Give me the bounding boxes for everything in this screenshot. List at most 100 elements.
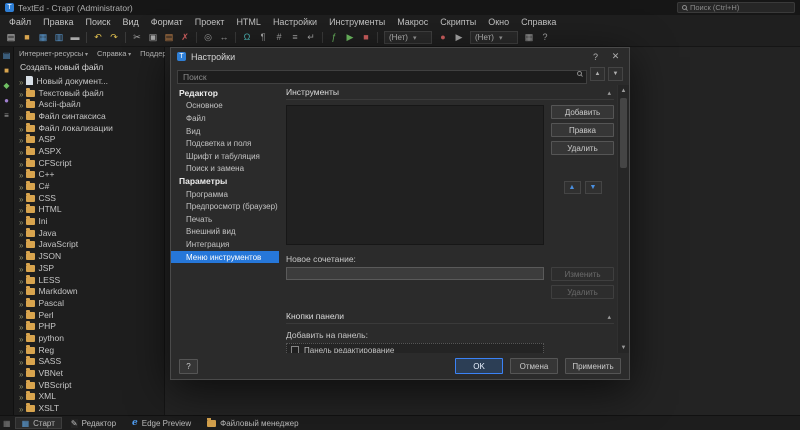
open-file-icon[interactable]: ■ [19, 30, 35, 45]
search-next-button[interactable] [608, 67, 623, 81]
settings-search[interactable] [177, 67, 587, 81]
tree-item[interactable]: ASP [14, 133, 164, 145]
stop-icon[interactable]: ■ [358, 30, 374, 45]
menu-item[interactable]: Скрипты [434, 15, 482, 28]
settings-nav-item[interactable]: Файл [171, 112, 279, 125]
tree-item[interactable]: python [14, 332, 164, 344]
global-search[interactable] [677, 2, 795, 13]
apply-button[interactable]: Применить [565, 358, 621, 374]
statusbar-tab-editor[interactable]: Редактор [64, 417, 123, 429]
wrap-icon[interactable]: ↵ [303, 30, 319, 45]
record-macro-icon[interactable]: ● [435, 30, 451, 45]
panel-checkbox-row[interactable]: Панель редактирование [286, 343, 544, 353]
tree-item[interactable]: VBNet [14, 367, 164, 379]
snippets-icon[interactable]: ◆ [3, 82, 9, 90]
tree-item[interactable]: C++ [14, 169, 164, 181]
ok-button[interactable]: OK [455, 358, 503, 374]
save-all-icon[interactable]: ▥ [51, 30, 67, 45]
move-up-button[interactable] [564, 181, 581, 194]
list-icon[interactable]: ≡ [287, 30, 303, 45]
print-icon[interactable]: ▬ [67, 30, 83, 45]
menu-item[interactable]: Правка [37, 15, 79, 28]
menu-item[interactable]: Поиск [80, 15, 117, 28]
dialog-close-button[interactable]: ✕ [608, 51, 623, 62]
menu-item[interactable]: Проект [189, 15, 231, 28]
tools-listbox[interactable] [286, 105, 544, 245]
menu-item[interactable]: Файл [3, 15, 37, 28]
redo-icon[interactable]: ↷ [106, 30, 122, 45]
help-button[interactable]: ? [179, 359, 198, 374]
sidebar-tab[interactable]: Интернет-ресурсы [19, 49, 88, 58]
scroll-up-button[interactable] [618, 85, 629, 96]
tree-item[interactable]: Ini [14, 215, 164, 227]
menu-item[interactable]: Макрос [391, 15, 434, 28]
add-tool-button[interactable]: Добавить [551, 105, 614, 119]
scroll-down-button[interactable] [618, 342, 629, 353]
paste-icon[interactable]: ▤ [161, 30, 177, 45]
tree-item[interactable]: Текстовый файл [14, 87, 164, 99]
search-icon[interactable]: ◎ [200, 30, 216, 45]
play-macro-icon[interactable]: ▶ [451, 30, 467, 45]
settings-nav-item[interactable]: Меню инструментов [171, 251, 279, 264]
settings-nav-item[interactable]: Шрифт и табуляция [171, 150, 279, 163]
tree-item[interactable]: ASPX [14, 145, 164, 157]
more-icon[interactable]: ≡ [4, 112, 9, 120]
dialog-help-button[interactable]: ? [588, 52, 603, 62]
number-icon[interactable]: # [271, 30, 287, 45]
tree-item[interactable]: Файл синтаксиса [14, 110, 164, 122]
tree-item[interactable]: C# [14, 180, 164, 192]
menu-item[interactable]: Справка [515, 15, 562, 28]
tree-item[interactable]: Файл локализации [14, 122, 164, 134]
special-char-icon[interactable]: Ω [239, 30, 255, 45]
settings-nav-item[interactable]: Подсветка и поля [171, 137, 279, 150]
settings-nav-item[interactable]: Предпросмотр (браузер) [171, 200, 279, 213]
settings-search-input[interactable] [177, 70, 587, 84]
tree-item[interactable]: LESS [14, 274, 164, 286]
replace-icon[interactable]: ↔ [216, 30, 232, 45]
tree-item[interactable]: XSLT [14, 402, 164, 414]
scrollbar-thumb[interactable] [620, 98, 627, 168]
tree-item[interactable]: Markdown [14, 285, 164, 297]
documents-icon[interactable]: ▤ [3, 52, 11, 60]
settings-nav-item[interactable]: Основное [171, 100, 279, 113]
scrollbar-track[interactable] [618, 96, 629, 342]
script-select[interactable]: (Нет) [470, 31, 518, 44]
window-layout-icon[interactable]: ▦ [521, 30, 537, 45]
tree-item[interactable]: Java [14, 227, 164, 239]
statusbar-tab-file-manager[interactable]: Файловый менеджер [200, 417, 305, 429]
macro-select[interactable]: (Нет) [384, 31, 432, 44]
tree-item[interactable]: CFScript [14, 157, 164, 169]
menu-item[interactable]: Окно [482, 15, 515, 28]
settings-nav-item[interactable]: Интеграция [171, 238, 279, 251]
settings-nav-item[interactable]: Поиск и замена [171, 163, 279, 176]
settings-nav-item[interactable]: Программа [171, 188, 279, 201]
settings-nav-item[interactable]: Вид [171, 125, 279, 138]
settings-nav-item[interactable]: Внешний вид [171, 226, 279, 239]
dialog-scrollbar[interactable] [617, 85, 629, 353]
tree-item[interactable]: Новый документ... [14, 75, 164, 87]
tree-item[interactable]: JSP [14, 262, 164, 274]
tree-item[interactable]: Ascii-файл [14, 98, 164, 110]
tree-item[interactable]: Reg [14, 344, 164, 356]
plugins-icon[interactable]: ● [4, 97, 9, 105]
create-new-file-link[interactable]: Создать новый файл [14, 59, 164, 74]
tree-item[interactable]: HTML [14, 204, 164, 216]
undo-icon[interactable]: ↶ [90, 30, 106, 45]
sidebar-tab[interactable]: Справка [97, 49, 131, 58]
remove-tool-button[interactable]: Удалить [551, 141, 614, 155]
clear-shortcut-button[interactable]: Удалить [551, 285, 614, 299]
statusbar-tab-start[interactable]: Старт [15, 417, 62, 429]
menu-item[interactable]: HTML [230, 15, 267, 28]
menu-item[interactable]: Вид [117, 15, 145, 28]
cancel-button[interactable]: Отмена [510, 358, 558, 374]
help-icon[interactable]: ? [537, 30, 553, 45]
tree-item[interactable]: XML [14, 391, 164, 403]
statusbar-tab-edge-preview[interactable]: Edge Preview [125, 417, 198, 429]
tree-item[interactable]: CSS [14, 192, 164, 204]
script-icon[interactable]: ƒ [326, 30, 342, 45]
menu-item[interactable]: Инструменты [323, 15, 391, 28]
collapse-icon[interactable] [607, 87, 611, 97]
global-search-input[interactable] [690, 3, 790, 12]
cut-icon[interactable]: ✂ [129, 30, 145, 45]
shortcut-input[interactable] [286, 267, 544, 280]
